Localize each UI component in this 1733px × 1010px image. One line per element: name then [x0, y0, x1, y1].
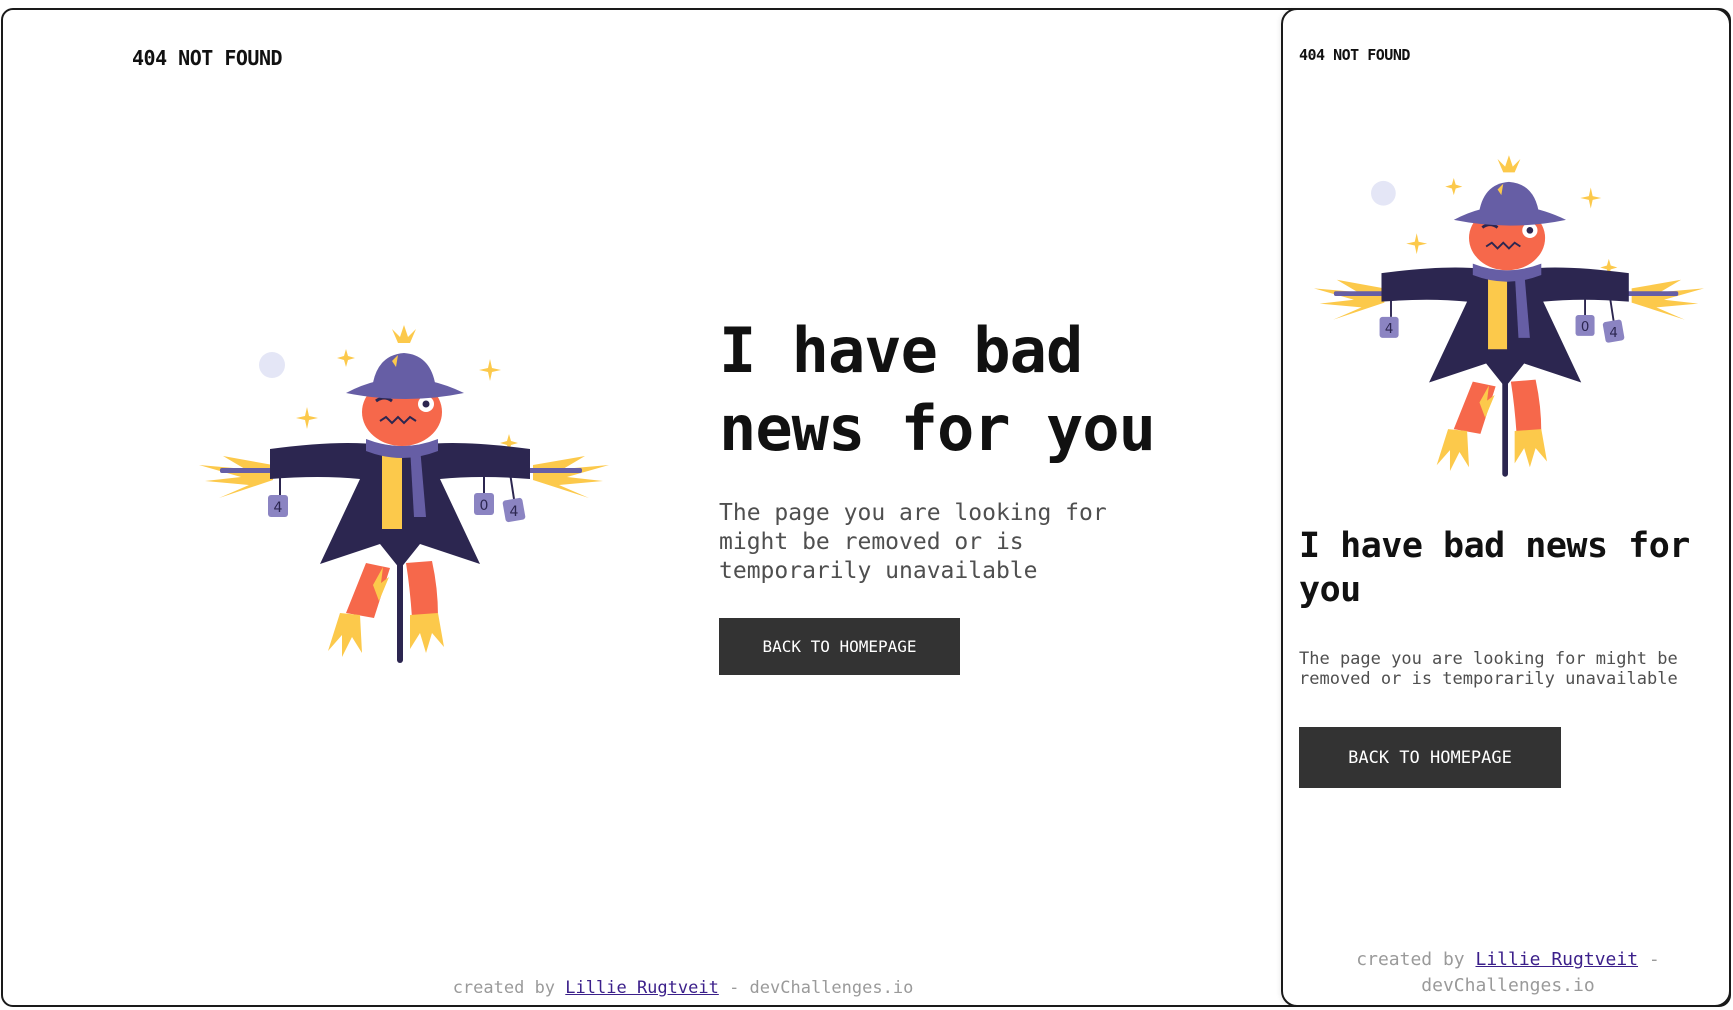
footer-prefix: created by	[1356, 949, 1465, 970]
headline: I have bad news for you	[1299, 526, 1690, 610]
footer: created by Lillie Rugtveit - devChalleng…	[403, 977, 963, 999]
author-link[interactable]: Lillie Rugtveit	[1475, 949, 1638, 970]
logo[interactable]: 404 NOT FOUND	[132, 46, 283, 70]
can-label-1: 4	[1385, 322, 1393, 337]
description: The page you are looking for might be re…	[719, 500, 1107, 584]
headline: I have bad news for you	[719, 314, 1156, 465]
can-label-1: 4	[274, 500, 283, 516]
can-label-3: 4	[1609, 326, 1617, 341]
scarecrow-icon: 4 0 4	[199, 325, 609, 663]
scarecrow-illustration: 4 0 4	[199, 325, 609, 663]
description: The page you are looking for might be re…	[1299, 649, 1678, 689]
can-label-2: 0	[1581, 320, 1589, 335]
can-label-3: 4	[510, 504, 519, 520]
scarecrow-illustration: 4 0 4	[1313, 155, 1704, 477]
can-label-2: 0	[480, 498, 489, 514]
footer: created by Lillie Rugtveit - devChalleng…	[1313, 947, 1703, 999]
footer-suffix: - devChallenges.io	[729, 978, 914, 998]
author-link[interactable]: Lillie Rugtveit	[565, 978, 719, 998]
footer-prefix: created by	[452, 978, 556, 998]
back-to-homepage-button[interactable]: BACK TO HOMEPAGE	[1299, 727, 1561, 788]
mobile-preview-frame: 404 NOT FOUND 4 0 4 I have bad news for …	[1281, 8, 1731, 1007]
logo[interactable]: 404 NOT FOUND	[1299, 46, 1410, 64]
scarecrow-icon: 4 0 4	[1313, 155, 1704, 477]
back-to-homepage-button[interactable]: BACK TO HOMEPAGE	[719, 618, 960, 675]
